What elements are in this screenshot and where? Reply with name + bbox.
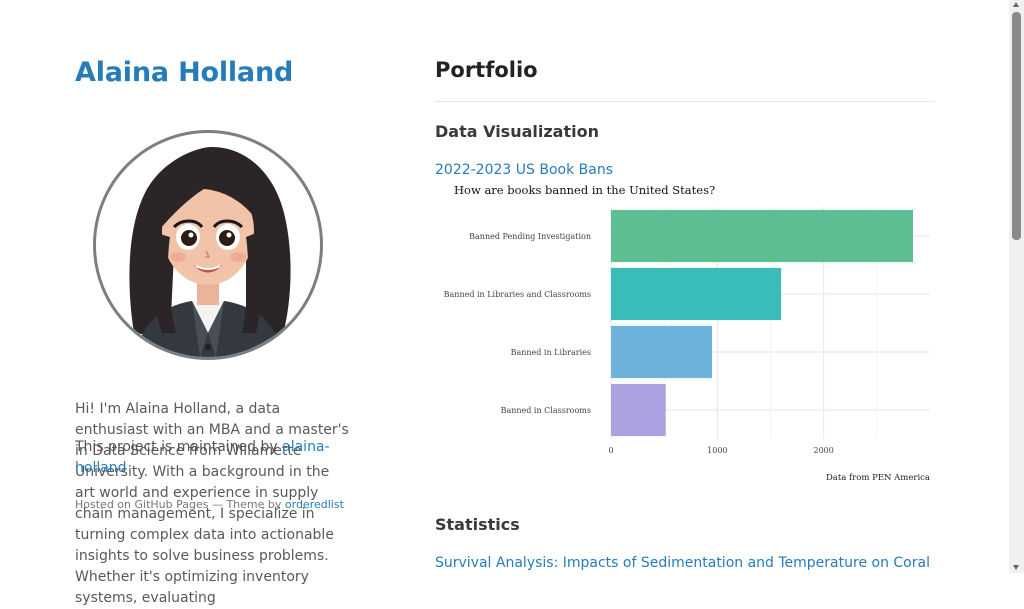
maintained-prefix: This project is maintained by [75,439,283,455]
book-bans-chart: Banned Pending Investigation Banned in Li… [444,183,930,483]
hosted-on: Hosted on GitHub Pages — Theme by ordere… [75,498,350,512]
section-title-data-visualization: Data Visualization [435,122,599,141]
project-link-coral-survival[interactable]: Survival Analysis: Impacts of Sedimentat… [435,555,930,571]
page-title: Portfolio [435,58,538,82]
x-tick-label: 1000 [707,446,727,455]
hosted-prefix: Hosted on GitHub Pages — Theme by [75,498,285,511]
x-tick-label: 2000 [813,446,833,455]
main-content: Portfolio Data Visualization 2022-2023 U… [435,55,935,571]
scrollbar[interactable] [1009,0,1024,573]
project-link-book-bans[interactable]: 2022-2023 US Book Bans [435,162,613,178]
chart-bar [611,267,782,321]
divider [435,101,935,102]
site-title: Alaina Holland [75,55,350,91]
sidebar: Alaina Holland Hi! I'm Alaina Holland, a… [75,55,350,606]
maintained-by: This project is maintained by alaina-hol… [75,437,350,479]
scroll-up-arrow-icon[interactable] [1013,2,1019,7]
x-tick-label: 0 [608,446,613,455]
chart-title: How are books banned in the United State… [454,183,715,197]
category-label: Banned in Libraries [511,348,591,357]
scrollbar-thumb[interactable] [1012,12,1021,240]
chart-bar [611,209,913,263]
category-label: Banned Pending Investigation [469,232,591,241]
avatar [93,130,323,360]
chart-caption: Data from PEN America [826,473,930,483]
scroll-down-arrow-icon[interactable] [1013,565,1019,570]
avatar-illustration [129,147,291,357]
category-label: Banned in Libraries and Classrooms [444,290,591,299]
site-title-link[interactable]: Alaina Holland [75,57,293,88]
chart-bar [611,383,666,437]
category-label: Banned in Classrooms [501,406,591,415]
theme-link[interactable]: orderedlist [285,498,344,511]
chart-bar [611,325,713,379]
section-title-statistics: Statistics [435,515,520,534]
